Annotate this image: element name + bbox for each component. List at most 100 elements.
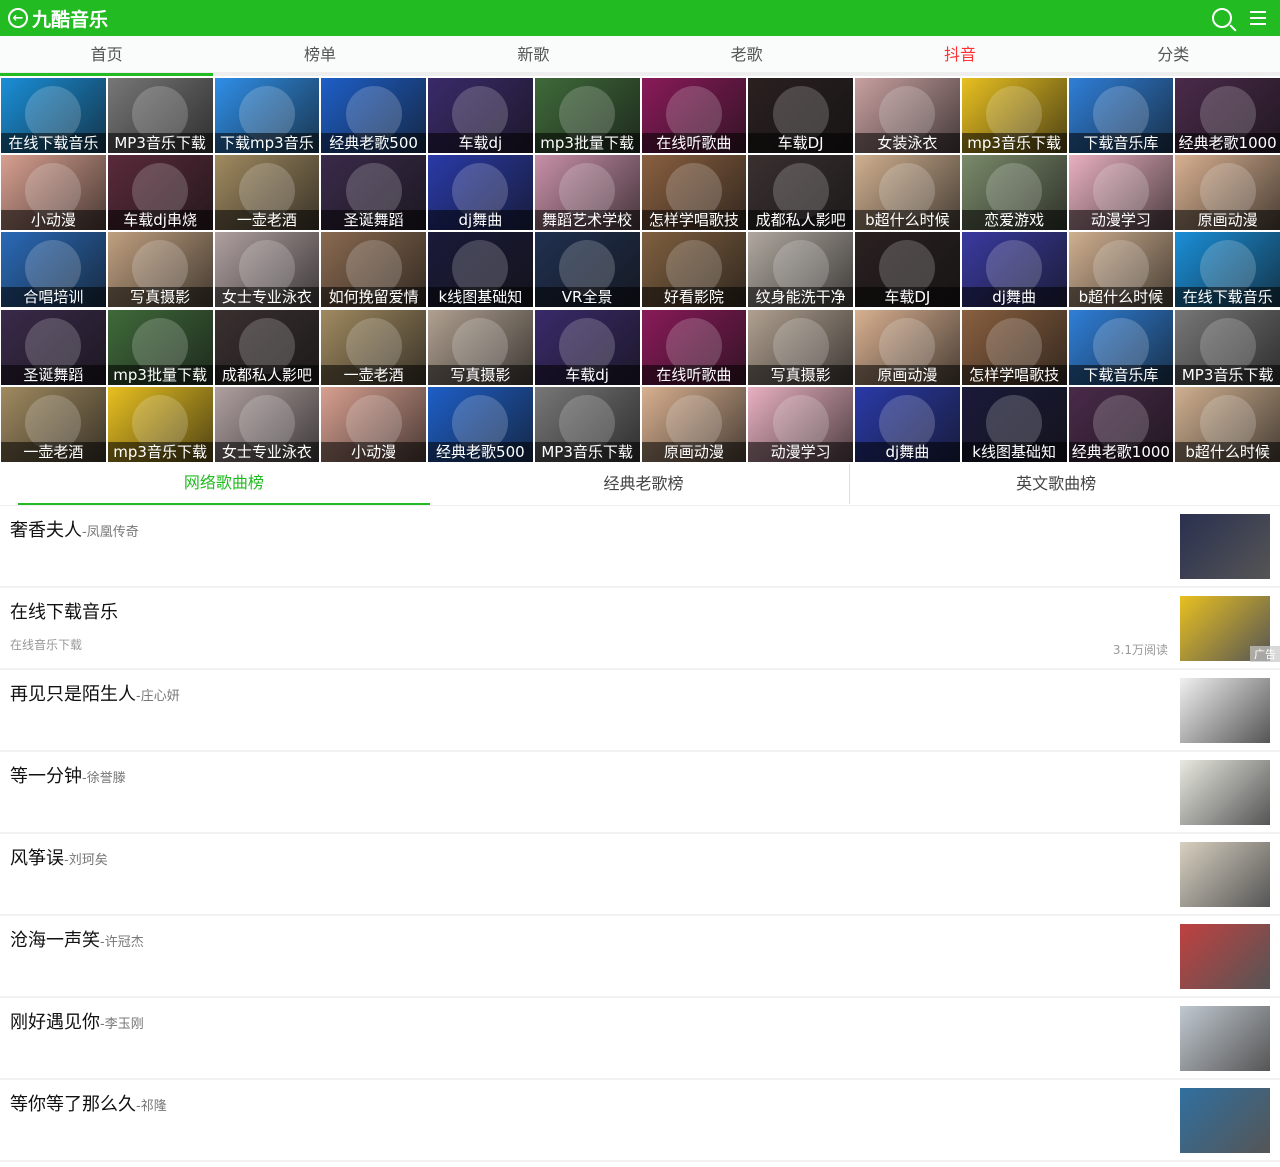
- grid-tile[interactable]: 经典老歌1000: [1068, 386, 1174, 462]
- grid-tile[interactable]: 怎样学唱歌技: [961, 309, 1067, 385]
- ad-badge: 广告: [1250, 646, 1280, 662]
- tab-douyin[interactable]: 抖音: [853, 36, 1066, 72]
- tab-charts[interactable]: 榜单: [213, 36, 426, 72]
- grid-tile[interactable]: 女装泳衣: [855, 78, 960, 153]
- menu-icon[interactable]: [1250, 11, 1266, 25]
- song-thumbnail[interactable]: [1180, 842, 1270, 907]
- song-list-item[interactable]: 再见只是陌生人-庄心妍: [0, 670, 1280, 752]
- grid-tile[interactable]: 好看影院: [641, 232, 747, 308]
- grid-tile[interactable]: mp3音乐下载: [961, 78, 1067, 153]
- grid-tile[interactable]: 车载DJ: [855, 232, 960, 308]
- grid-tile[interactable]: 在线听歌曲: [641, 78, 747, 153]
- grid-tile[interactable]: 舞蹈艺术学校: [534, 155, 640, 231]
- grid-tile[interactable]: dj舞曲: [428, 155, 533, 231]
- grid-tile[interactable]: b超什么时候: [1068, 232, 1174, 308]
- grid-tile[interactable]: MP3音乐下载: [107, 78, 213, 153]
- tile-label: 女士专业泳衣: [214, 287, 320, 308]
- grid-tile[interactable]: 圣诞舞蹈: [1, 309, 106, 385]
- grid-tile[interactable]: 圣诞舞蹈: [321, 155, 426, 231]
- tab-classic-songs[interactable]: 经典老歌榜: [438, 463, 851, 504]
- grid-tile[interactable]: MP3音乐下载: [534, 386, 640, 462]
- grid-tile[interactable]: 动漫学习: [748, 386, 853, 462]
- grid-tile[interactable]: 经典老歌500: [428, 386, 533, 462]
- song-thumbnail[interactable]: [1180, 514, 1270, 579]
- grid-tile[interactable]: mp3批量下载: [534, 78, 640, 153]
- grid-tile[interactable]: 一壶老酒: [321, 309, 426, 385]
- song-title[interactable]: 再见只是陌生人: [10, 684, 136, 705]
- grid-tile[interactable]: 车载dj: [428, 78, 533, 153]
- grid-tile[interactable]: 如何挽留爱情: [321, 232, 426, 308]
- song-list-item[interactable]: 沧海一声笑-许冠杰: [0, 916, 1280, 998]
- grid-tile[interactable]: 车载DJ: [748, 78, 853, 153]
- grid-tile[interactable]: 下载音乐库: [1068, 78, 1174, 153]
- song-title[interactable]: 等一分钟: [10, 766, 82, 787]
- grid-tile[interactable]: 车载dj串烧: [107, 155, 213, 231]
- search-icon[interactable]: [1212, 8, 1232, 28]
- grid-tile[interactable]: 经典老歌1000: [1175, 78, 1280, 153]
- song-title[interactable]: 风筝误: [10, 848, 64, 869]
- grid-tile[interactable]: mp3音乐下载: [107, 386, 213, 462]
- song-title[interactable]: 奢香夫人: [10, 520, 82, 541]
- grid-tile[interactable]: 恋爱游戏: [961, 155, 1067, 231]
- grid-tile[interactable]: 小动漫: [321, 386, 426, 462]
- song-list-item[interactable]: 风筝误-刘珂矣: [0, 834, 1280, 916]
- grid-tile[interactable]: 下载音乐库: [1068, 309, 1174, 385]
- grid-tile[interactable]: 小动漫: [1, 155, 106, 231]
- grid-tile[interactable]: 写真摄影: [107, 232, 213, 308]
- grid-tile[interactable]: 成都私人影吧: [214, 309, 320, 385]
- grid-tile[interactable]: 合唱培训: [1, 232, 106, 308]
- tab-old-songs[interactable]: 老歌: [640, 36, 853, 72]
- song-thumbnail[interactable]: [1180, 924, 1270, 989]
- song-thumbnail[interactable]: [1180, 760, 1270, 825]
- grid-tile[interactable]: 女士专业泳衣: [214, 232, 320, 308]
- song-list-item[interactable]: 刚好遇见你-李玉刚: [0, 998, 1280, 1080]
- back-icon[interactable]: ←: [8, 8, 28, 28]
- song-title[interactable]: 沧海一声笑: [10, 930, 100, 951]
- grid-tile[interactable]: 怎样学唱歌技: [641, 155, 747, 231]
- tab-english-songs[interactable]: 英文歌曲榜: [850, 464, 1262, 504]
- tab-network-songs[interactable]: 网络歌曲榜: [18, 463, 430, 505]
- grid-tile[interactable]: dj舞曲: [961, 232, 1067, 308]
- grid-tile[interactable]: 女士专业泳衣: [214, 386, 320, 462]
- song-list-item[interactable]: 在线下载音乐 在线音乐下载 3.1万阅读 广告: [0, 588, 1280, 670]
- site-logo[interactable]: 九酷音乐: [32, 5, 108, 32]
- grid-tile[interactable]: dj舞曲: [855, 386, 960, 462]
- ad-subtitle: 在线音乐下载: [10, 638, 83, 652]
- grid-tile[interactable]: mp3批量下载: [107, 309, 213, 385]
- song-thumbnail[interactable]: [1180, 678, 1270, 743]
- song-list-item[interactable]: 等一分钟-徐誉滕: [0, 752, 1280, 834]
- grid-tile[interactable]: 在线下载音乐: [1175, 232, 1280, 308]
- grid-tile[interactable]: 原画动漫: [1175, 155, 1280, 231]
- tab-home[interactable]: 首页: [0, 36, 214, 76]
- song-thumbnail[interactable]: [1180, 1006, 1270, 1071]
- tab-new-songs[interactable]: 新歌: [427, 36, 640, 72]
- tab-categories[interactable]: 分类: [1067, 36, 1280, 72]
- grid-tile[interactable]: VR全景: [534, 232, 640, 308]
- grid-tile[interactable]: b超什么时候: [855, 155, 960, 231]
- grid-tile[interactable]: 在线下载音乐: [1, 78, 106, 153]
- grid-tile[interactable]: 一壶老酒: [1, 386, 106, 462]
- song-list-item[interactable]: 奢香夫人-凤凰传奇: [0, 506, 1280, 588]
- grid-tile[interactable]: 车载dj: [534, 309, 640, 385]
- grid-tile[interactable]: k线图基础知: [961, 386, 1067, 462]
- song-title[interactable]: 在线下载音乐: [10, 602, 118, 623]
- grid-tile[interactable]: 动漫学习: [1068, 155, 1174, 231]
- grid-tile[interactable]: 经典老歌500: [321, 78, 426, 153]
- grid-tile[interactable]: k线图基础知: [428, 232, 533, 308]
- grid-tile[interactable]: 在线听歌曲: [641, 309, 747, 385]
- grid-tile[interactable]: 写真摄影: [748, 309, 853, 385]
- song-list-item[interactable]: 等你等了那么久-祁隆: [0, 1080, 1280, 1162]
- grid-tile[interactable]: 纹身能洗干净: [748, 232, 853, 308]
- grid-tile[interactable]: 原画动漫: [641, 386, 747, 462]
- song-title[interactable]: 刚好遇见你: [10, 1012, 100, 1033]
- grid-tile[interactable]: 成都私人影吧: [748, 155, 853, 231]
- song-title[interactable]: 等你等了那么久: [10, 1094, 136, 1115]
- grid-tile[interactable]: 一壶老酒: [214, 155, 320, 231]
- grid-tile[interactable]: 写真摄影: [428, 309, 533, 385]
- grid-tile[interactable]: 下载mp3音乐: [214, 78, 320, 153]
- grid-tile[interactable]: b超什么时候: [1175, 386, 1280, 462]
- grid-tile[interactable]: 原画动漫: [855, 309, 960, 385]
- song-thumbnail[interactable]: [1180, 1088, 1270, 1153]
- grid-tile[interactable]: MP3音乐下载: [1175, 309, 1280, 385]
- tile-label: 圣诞舞蹈: [321, 210, 426, 231]
